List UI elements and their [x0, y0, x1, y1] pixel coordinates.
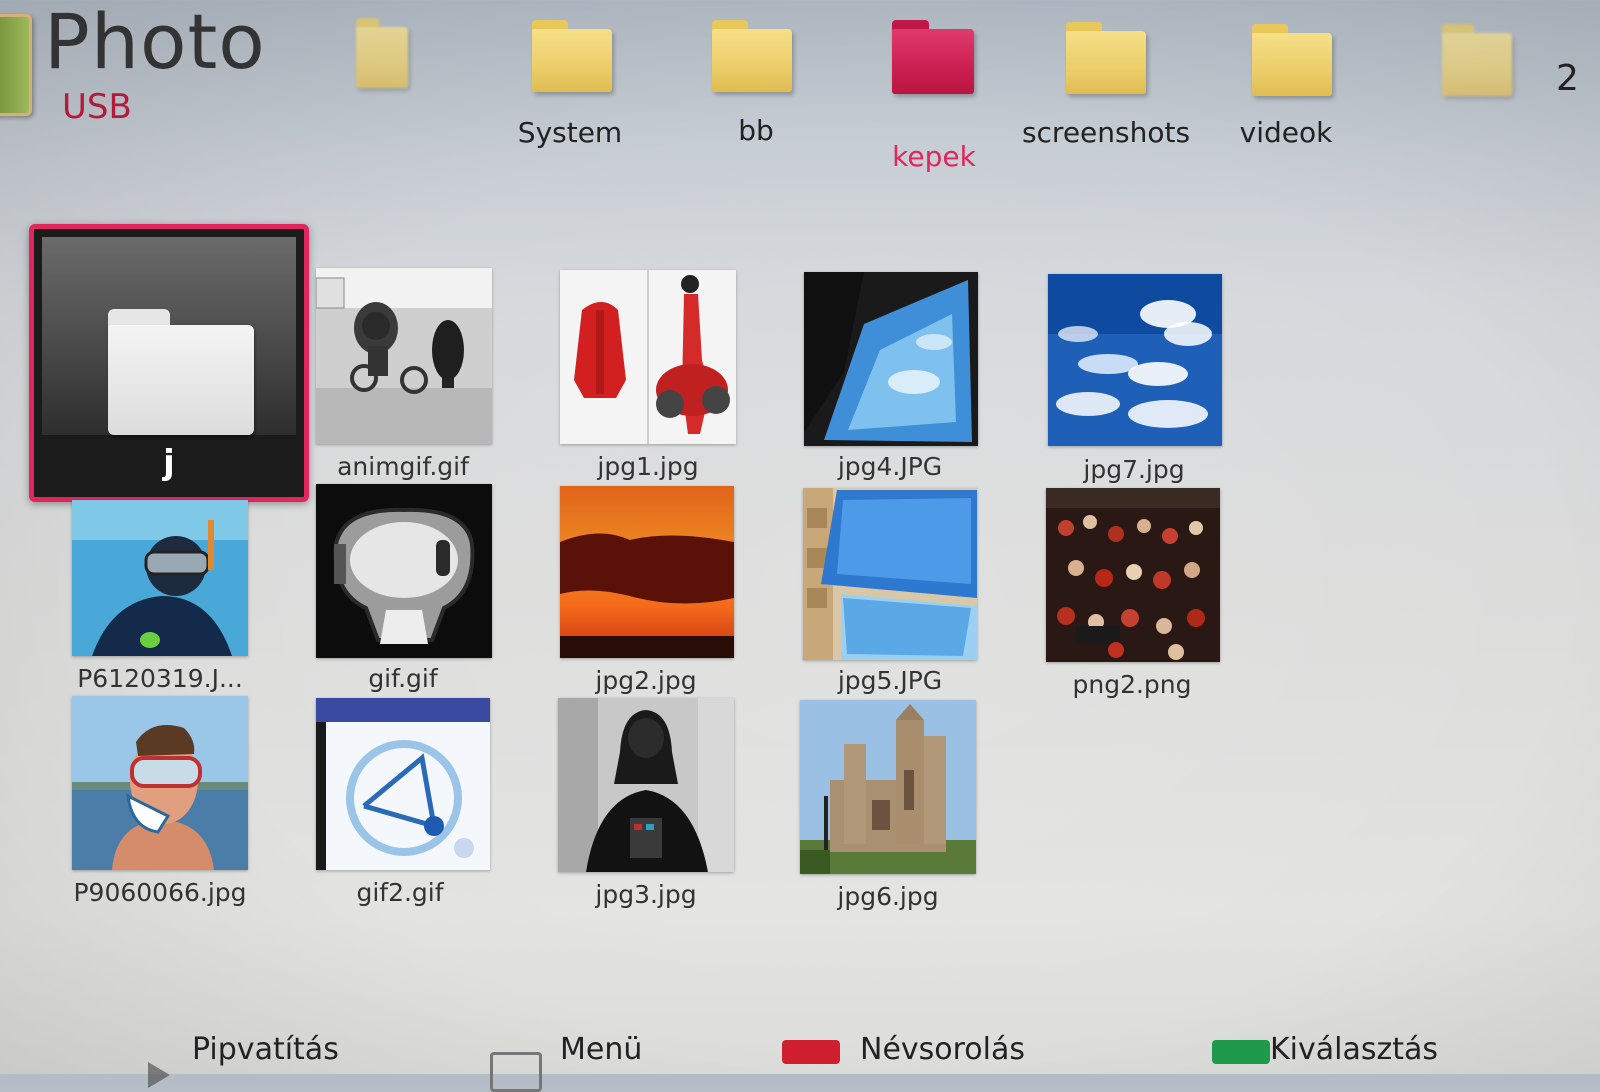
thumbnail-jpg6[interactable]: [800, 700, 976, 874]
footer-select-label[interactable]: Kiválasztás: [1270, 1032, 1438, 1067]
thumbnail-animgif[interactable]: [316, 268, 492, 444]
thumbnail-label: jpg7.jpg: [1083, 455, 1185, 484]
selected-folder-tile[interactable]: j: [29, 224, 309, 502]
folder-label-bb[interactable]: bb: [738, 114, 774, 147]
app-title: Photo: [44, 0, 266, 86]
folder-bb[interactable]: [712, 20, 792, 92]
footer-play-label[interactable]: Pipvatítás: [192, 1032, 339, 1067]
thumbnail-label: jpg2.jpg: [595, 666, 697, 695]
page-indicator: 2: [1556, 58, 1579, 99]
thumbnail-jpg2[interactable]: [560, 486, 734, 658]
tile-background: [42, 237, 296, 435]
photo-app-icon: [0, 14, 32, 116]
folder-icon-body: [108, 325, 254, 435]
thumbnail-label: P6120319.J...: [77, 664, 243, 693]
thumbnail-jpg4[interactable]: [804, 272, 978, 446]
thumbnail-label: jpg1.jpg: [597, 452, 699, 481]
thumbnail-label: gif2.gif: [356, 878, 444, 907]
thumbnail-label: png2.png: [1072, 670, 1192, 699]
thumbnail-p9060066[interactable]: [72, 696, 248, 870]
folder-icon[interactable]: [356, 18, 408, 88]
folder-videok[interactable]: [1252, 24, 1332, 96]
thumbnail-label: jpg3.jpg: [595, 880, 697, 909]
thumbnail-label: jpg5.JPG: [837, 666, 943, 695]
folder-label-system[interactable]: System: [518, 116, 622, 149]
thumbnail-jpg7[interactable]: [1048, 274, 1222, 446]
square-icon: [490, 1052, 542, 1092]
thumbnail-png2[interactable]: [1046, 488, 1220, 662]
thumbnail-label: P9060066.jpg: [73, 878, 247, 907]
thumbnail-jpg1[interactable]: [560, 270, 736, 444]
thumbnail-jpg5[interactable]: [803, 488, 977, 660]
folder-system[interactable]: [532, 20, 612, 92]
folder-kepek[interactable]: [892, 20, 974, 94]
play-icon: [148, 1062, 170, 1088]
footer-menu-label[interactable]: Menü: [560, 1032, 642, 1067]
thumbnail-gif[interactable]: [316, 484, 492, 658]
folder-label-videok[interactable]: videok: [1240, 116, 1333, 149]
source-label: USB: [62, 87, 132, 127]
thumbnail-p6120319[interactable]: [72, 500, 248, 656]
thumbnail-jpg3[interactable]: [558, 698, 734, 872]
folder-label-screenshots[interactable]: screenshots: [1022, 116, 1190, 149]
folder-icon[interactable]: [1442, 24, 1512, 96]
selected-folder-label: j: [163, 443, 175, 483]
folder-screenshots[interactable]: [1066, 22, 1146, 94]
thumbnail-label: jpg6.jpg: [837, 882, 939, 911]
blue-button-icon: [782, 1040, 840, 1064]
thumbnail-label: gif.gif: [368, 664, 438, 693]
footer-sort-label[interactable]: Névsorolás: [860, 1032, 1025, 1067]
green-button-icon: [1212, 1040, 1270, 1064]
folder-label-kepek[interactable]: kepek: [892, 140, 976, 173]
thumbnail-label: jpg4.JPG: [837, 452, 943, 481]
thumbnail-label: animgif.gif: [337, 452, 469, 481]
thumbnail-gif2[interactable]: [316, 698, 490, 870]
